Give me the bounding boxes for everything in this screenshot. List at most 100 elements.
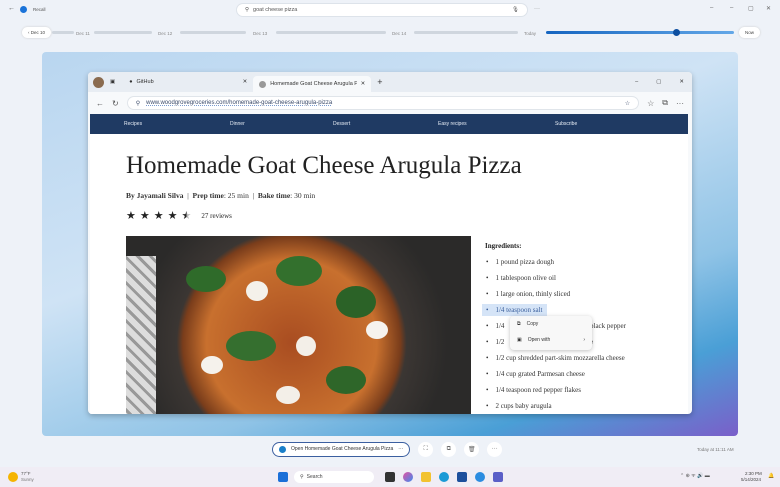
reviews-count: 27 reviews [201,211,232,220]
address-bar[interactable]: ⚲ www.woodgrovegroceries.com/homemade-go… [126,96,640,110]
nav-subscribe[interactable]: Subscribe [555,121,577,127]
nav-dinner[interactable]: Dinner [230,121,245,127]
nav-recipes[interactable]: Recipes [124,121,142,127]
more-button[interactable]: ··· [534,6,540,12]
browser-window: ▣ ● GitHub ✕ Homemade Goat Cheese Arugula … [88,72,692,414]
menu-icon[interactable]: ··· [676,99,684,108]
timeline-segment[interactable] [94,31,152,34]
store-icon[interactable] [457,472,467,482]
screenshot-button[interactable]: ⛶ [418,441,434,457]
half-star-icon: ★ [181,210,192,222]
star-icon: ★ [153,210,164,222]
context-menu: ⧉ Copy ▣ Open with › [510,316,592,350]
window-close[interactable]: ✕ [679,79,684,85]
timeline-label: Dec 13 [253,31,268,36]
microphone-icon[interactable]: 🎙 [512,7,519,13]
nav-dessert[interactable]: Dessert [333,121,350,127]
more-button[interactable]: ··· [487,441,503,457]
window-minimize[interactable]: – [635,79,638,85]
profile-avatar[interactable] [93,76,104,88]
ingredient-item: 2 cups baby arugula [482,400,556,412]
nav-easy-recipes[interactable]: Easy recipes [438,121,467,127]
copy-button[interactable]: ⧉ [441,441,457,457]
now-button[interactable]: Now [739,27,761,38]
maximize-button[interactable]: ▢ [748,5,754,12]
clock-date[interactable]: 5/14/2024 [741,477,761,482]
close-tab-icon[interactable]: ✕ [361,81,366,87]
bake-time: : 30 min [290,191,316,200]
tab-strip: ▣ ● GitHub ✕ Homemade Goat Cheese Arugula … [88,72,692,92]
star-icon: ★ [139,210,150,222]
url-text: www.woodgrovegroceries.com/homemade-goat… [146,100,333,106]
edge-icon[interactable] [439,472,449,482]
edge-icon [279,445,286,453]
open-with-menu-item[interactable]: ▣ Open with › [510,332,592,348]
tab-actions-icon[interactable]: ▣ [110,79,115,85]
ingredient-item-selected[interactable]: 1/4 teaspoon salt [482,304,547,316]
open-with-icon: ▣ [517,337,522,343]
menu-label: Open with [527,337,551,343]
ingredient-text: black pepper [590,322,626,330]
clock-time[interactable]: 2:30 PM [745,471,762,476]
address-bar-row: ← ↻ ⚲ www.woodgrovegroceries.com/homemad… [88,92,692,114]
teams-icon[interactable] [493,472,503,482]
recipe-byline: By Jayamali Silva | Prep time: 25 min | … [126,191,316,200]
favorite-add-icon[interactable]: ☆ [625,100,630,107]
minimize-button-2[interactable]: – [730,5,733,11]
timeline-slider-track[interactable] [546,31,734,34]
search-input[interactable]: ⚲ goat cheese pizza 🎙 [236,3,528,17]
refresh-icon[interactable]: ↻ [112,99,119,108]
search-icon: ⚲ [245,7,250,13]
recipe-page: Homemade Goat Cheese Arugula Pizza By Ja… [90,134,688,414]
window-maximize[interactable]: ▢ [656,79,661,85]
back-icon[interactable]: ← [8,5,15,12]
author: By Jayamali Silva [126,191,184,200]
timeline-segment[interactable] [180,31,246,34]
chevron-right-icon: › [583,337,585,343]
tray-icons[interactable]: ⌃ ⊕ ᯤ 🔊 ▬ [680,473,710,479]
search-icon: ⚲ [300,474,304,480]
weather-sun-icon[interactable] [8,472,18,482]
timeline-slider-thumb[interactable] [673,29,680,36]
snapshot-timestamp: Today at 11:11 AM [697,447,734,452]
search-label: Search [306,474,323,480]
minimize-button[interactable]: – [710,5,713,11]
taskbar-search[interactable]: ⚲ Search [294,471,374,483]
tab-github[interactable]: ● GitHub ✕ [123,74,253,90]
favorites-icon[interactable]: ☆ [647,99,654,108]
copy-icon: ⧉ [517,321,521,327]
open-label: Open Homemade Goat Cheese Arugula Pizza [291,446,394,452]
tab-label: Homemade Goat Cheese Arugula Pizz [270,81,357,87]
new-tab-button[interactable]: + [377,77,382,87]
close-tab-icon[interactable]: ✕ [243,79,248,85]
recall-icon[interactable] [475,472,485,482]
timeline-segment[interactable] [414,31,518,34]
open-in-app-button[interactable]: Open Homemade Goat Cheese Arugula Pizza … [272,441,411,457]
star-icon: ★ [167,210,178,222]
collections-icon[interactable]: ⧉ [662,98,668,108]
timeline-label: Dec 12 [158,31,173,36]
close-button[interactable]: ✕ [766,5,771,12]
recall-logo-icon [20,6,27,13]
file-explorer-icon[interactable] [421,472,431,482]
back-icon[interactable]: ← [96,99,104,108]
site-favicon [259,80,267,88]
task-view-icon[interactable] [385,472,395,482]
timeline-prev-dec10[interactable]: ‹ Dec 10 [22,27,52,38]
start-icon[interactable] [278,472,288,482]
timeline-segment[interactable] [52,31,74,34]
search-value: goat cheese pizza [253,7,298,13]
tab-pizza[interactable]: Homemade Goat Cheese Arugula Pizz ✕ [253,76,372,92]
delete-button[interactable]: 🗑 [464,441,480,457]
weather-temp[interactable]: 77°F [21,471,31,476]
notification-bell-icon[interactable]: 🔔 [768,473,774,479]
timeline-segment[interactable] [276,31,386,34]
bake-label: Bake time [257,191,291,200]
timeline-label: Today [524,31,537,36]
ingredient-item: 1 pound pizza dough [482,256,558,268]
copy-menu-item[interactable]: ⧉ Copy [510,316,592,332]
ingredient-item: 1/2 cup shredded part-skim mozzarella ch… [482,352,629,364]
site-nav: Recipes Dinner Dessert Easy recipes Subs… [90,114,688,134]
copilot-icon[interactable] [403,472,413,482]
more-icon[interactable]: ··· [398,446,403,452]
